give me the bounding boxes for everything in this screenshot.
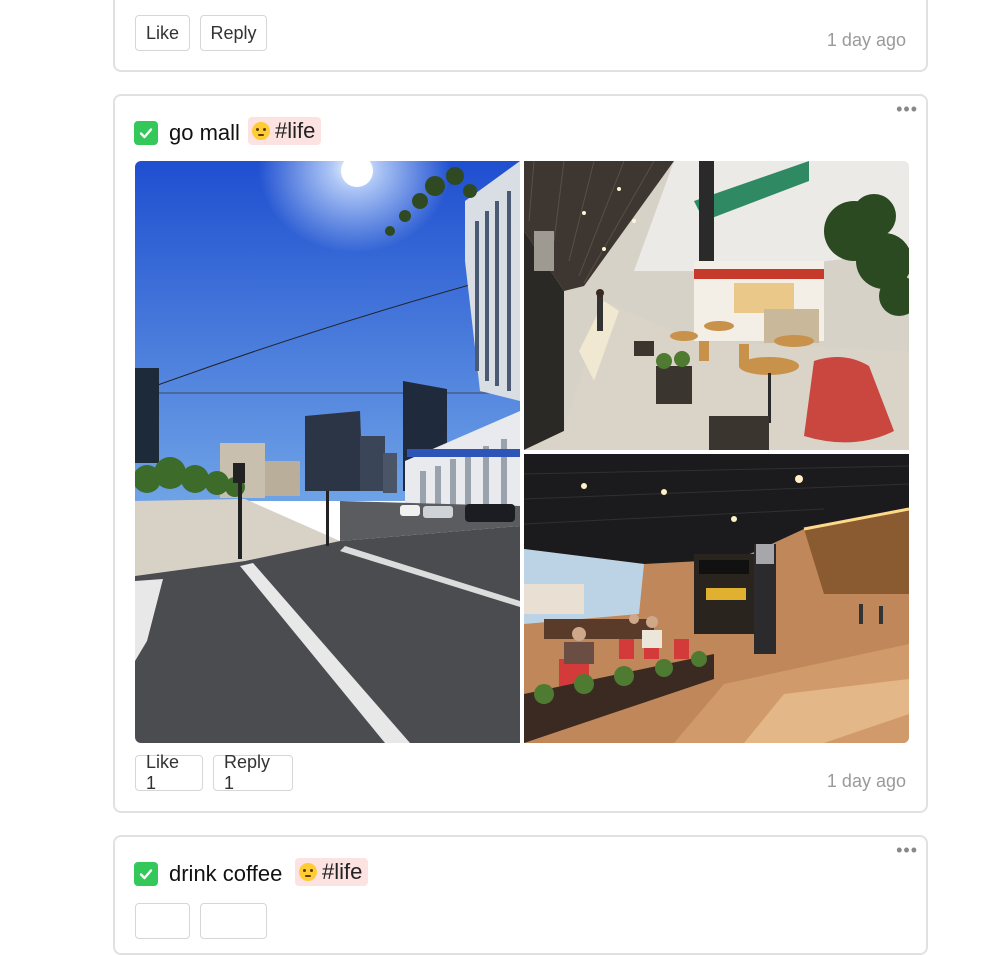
reply-button[interactable]: Reply [200, 15, 267, 51]
tag-badge[interactable]: #life [295, 858, 369, 886]
reply-button[interactable]: Reply 1 [213, 752, 293, 793]
like-button[interactable]: Like 1 [135, 752, 203, 793]
post-title: drink coffee [169, 861, 283, 886]
more-options-icon[interactable]: ••• [896, 100, 918, 118]
post-title: go mall [169, 120, 240, 145]
tag-label: #life [322, 859, 363, 884]
tag-label: #life [275, 118, 316, 143]
post-card: ••• go mall #life Like 1 Reply 1 1 day a… [113, 94, 928, 813]
checkbox-checked-icon[interactable] [134, 121, 158, 145]
post-card: ••• drink coffee #life [113, 835, 928, 955]
food-court-photo[interactable] [524, 161, 909, 450]
timestamp: 1 day ago [826, 30, 906, 50]
street-photo[interactable] [135, 161, 520, 743]
reply-button[interactable] [200, 903, 267, 939]
post-card: Like Reply 1 day ago [113, 0, 928, 72]
emoji-icon [252, 122, 270, 140]
tag-badge[interactable]: #life [248, 117, 322, 145]
more-options-icon[interactable]: ••• [896, 841, 918, 859]
mall-corridor-photo[interactable] [524, 454, 909, 743]
checkbox-checked-icon[interactable] [134, 862, 158, 886]
like-button[interactable]: Like [135, 15, 190, 51]
like-button[interactable] [135, 903, 190, 939]
timestamp: 1 day ago [826, 771, 906, 791]
emoji-icon [299, 863, 317, 881]
